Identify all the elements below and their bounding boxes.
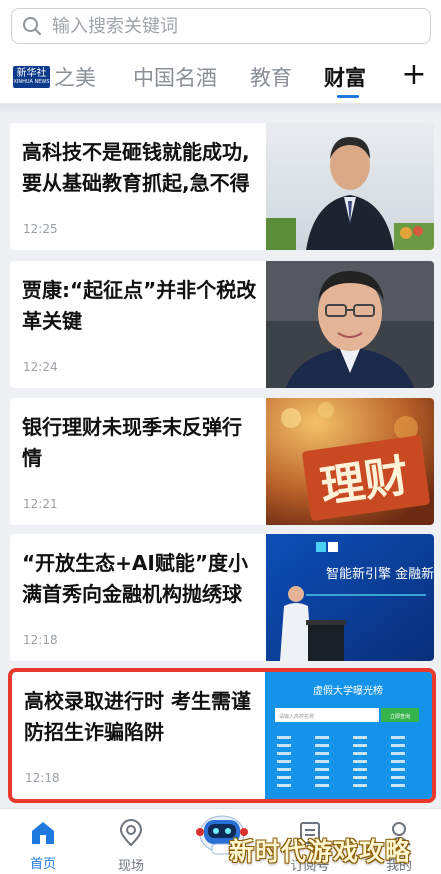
watermark: 新时代游戏攻略 xyxy=(229,837,412,866)
news-card-highlighted[interactable]: 高校录取进行时 考生需谨防招生诈骗陷阱 12:18 虚假大学曝光榜 请输入高校名… xyxy=(8,668,436,803)
blacklist-title: 虚假大学曝光榜 xyxy=(313,684,383,697)
banner-slogan: 智能新引擎 金融新动力 xyxy=(326,566,434,582)
home-icon xyxy=(32,822,54,844)
blacklist-query-button: 立即查询 xyxy=(390,713,410,720)
tab-famous-liquor[interactable]: 中国名酒 xyxy=(133,62,217,92)
nav-label: 首页 xyxy=(29,857,56,872)
news-thumbnail: 理财 xyxy=(266,398,434,525)
tabs-shadow xyxy=(0,104,441,114)
news-card[interactable]: 高科技不是砸钱就能成功,要从基础教育抓起,急不得 12:25 xyxy=(10,123,434,250)
nav-home[interactable]: 首页 xyxy=(13,819,73,874)
news-title: 高校录取进行时 考生需谨防招生诈骗陷阱 xyxy=(24,689,251,744)
news-card[interactable]: “开放生态+AI赋能”度小满首秀向金融机构抛绣球 12:18 智能新引擎 金融新… xyxy=(10,534,434,661)
search-icon xyxy=(12,9,52,43)
tab-wealth[interactable]: 财富 xyxy=(324,62,366,92)
add-channel-button[interactable]: + xyxy=(400,60,428,92)
news-thumbnail: 智能新引擎 金融新动力 xyxy=(266,534,434,661)
news-thumbnail xyxy=(266,123,434,250)
news-title: “开放生态+AI赋能”度小满首秀向金融机构抛绣球 xyxy=(22,551,248,606)
news-thumbnail: 虚假大学曝光榜 请输入高校名称 立即查询 xyxy=(265,672,432,799)
search-box[interactable] xyxy=(11,8,431,44)
search-bar xyxy=(0,0,441,52)
news-time: 12:25 xyxy=(23,222,58,236)
nav-live[interactable]: 现场 xyxy=(101,819,161,874)
news-time: 12:18 xyxy=(23,633,58,647)
news-time: 12:24 xyxy=(23,360,58,374)
xinhua-logo: 新华社 XINHUA NEWS xyxy=(13,66,50,88)
news-thumbnail xyxy=(266,261,434,388)
news-time: 12:18 xyxy=(25,771,60,785)
news-title: 贾康:“起征点”并非个税改革关键 xyxy=(22,278,257,333)
news-title: 银行理财未现季末反弹行情 xyxy=(22,415,242,470)
blacklist-input-placeholder: 请输入高校名称 xyxy=(279,713,314,720)
news-card[interactable]: 银行理财未现季末反弹行情 12:21 理财 xyxy=(10,398,434,525)
tab-education[interactable]: 教育 xyxy=(250,62,292,92)
location-pin-icon xyxy=(119,819,143,847)
news-time: 12:21 xyxy=(23,497,58,511)
search-input[interactable] xyxy=(52,15,412,37)
tab-zhimei[interactable]: 之美 xyxy=(54,62,96,92)
news-title: 高科技不是砸钱就能成功,要从基础教育抓起,急不得 xyxy=(22,140,250,195)
nav-label: 现场 xyxy=(117,859,144,874)
active-tab-indicator xyxy=(337,95,359,98)
news-card[interactable]: 贾康:“起征点”并非个税改革关键 12:24 xyxy=(10,261,434,388)
